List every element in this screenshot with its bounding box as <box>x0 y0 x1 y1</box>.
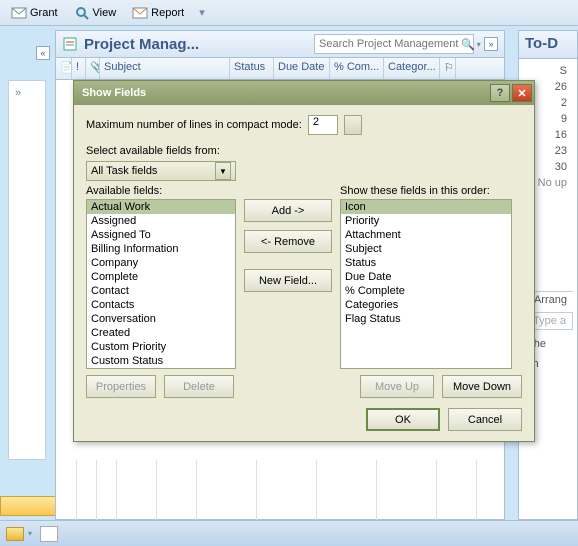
dialog-title-text: Show Fields <box>82 87 488 99</box>
shown-item[interactable]: Priority <box>341 214 511 228</box>
available-item[interactable]: Company <box>87 256 235 270</box>
shown-listbox[interactable]: IconPriorityAttachmentSubjectStatusDue D… <box>340 199 512 369</box>
ribbon-toolbar: Grant View Report ▾ <box>0 0 578 26</box>
show-fields-dialog: Show Fields ? ✕ Maximum number of lines … <box>73 80 535 442</box>
grant-button[interactable]: Grant <box>4 2 65 24</box>
search-dropdown-icon[interactable]: ▾ <box>477 40 481 49</box>
dialog-titlebar[interactable]: Show Fields ? ✕ <box>74 81 534 105</box>
col-pcom[interactable]: % Com... <box>330 58 384 79</box>
shown-item[interactable]: Subject <box>341 242 511 256</box>
fields-columns: Available fields: Actual WorkAssignedAss… <box>86 185 522 369</box>
shown-item[interactable]: Flag Status <box>341 312 511 326</box>
available-column: Available fields: Actual WorkAssignedAss… <box>86 185 236 369</box>
dialog-body: Maximum number of lines in compact mode:… <box>74 105 534 441</box>
todo-title: To-D <box>519 31 577 59</box>
available-label: Available fields: <box>86 185 236 197</box>
available-item[interactable]: Date Completed <box>87 368 235 369</box>
col-attach[interactable]: 📎 <box>86 58 100 79</box>
available-item[interactable]: Conversation <box>87 312 235 326</box>
dropdown-icon[interactable]: ▾ <box>199 6 205 19</box>
available-item[interactable]: Custom Priority <box>87 340 235 354</box>
col-status[interactable]: Status <box>230 58 274 79</box>
collapse-pane-button[interactable]: » <box>484 37 498 51</box>
close-button[interactable]: ✕ <box>512 84 532 102</box>
col-priority[interactable]: ! <box>72 58 86 79</box>
col-subject[interactable]: Subject <box>100 58 230 79</box>
remove-button[interactable]: <- Remove <box>244 230 332 253</box>
available-item[interactable]: Created <box>87 326 235 340</box>
shown-label: Show these fields in this order: <box>340 185 512 197</box>
new-field-button[interactable]: New Field... <box>244 269 332 292</box>
add-button[interactable]: Add -> <box>244 199 332 222</box>
middle-buttons: Add -> <- Remove New Field... <box>244 185 332 369</box>
pane-title: Project Manag... <box>84 36 308 53</box>
project-icon <box>62 36 78 52</box>
shown-item[interactable]: Categories <box>341 298 511 312</box>
properties-button[interactable]: Properties <box>86 375 156 398</box>
col-flag[interactable]: ⚐ <box>440 58 456 79</box>
select-from-label: Select available fields from: <box>86 145 522 157</box>
folder-icon[interactable] <box>6 527 24 541</box>
search-box[interactable]: 🔍 ▾ <box>314 34 474 54</box>
view-normal-icon[interactable] <box>40 526 58 542</box>
cancel-button[interactable]: Cancel <box>448 408 522 431</box>
available-item[interactable]: Assigned To <box>87 228 235 242</box>
status-bar: ▾ <box>0 520 578 546</box>
search-icon[interactable]: 🔍 <box>461 38 475 51</box>
grant-icon <box>11 5 27 21</box>
report-icon <box>132 5 148 21</box>
bottom-row-1: Properties Delete Move Up Move Down <box>86 375 522 398</box>
bottom-row-2: OK Cancel <box>86 408 522 431</box>
expand-icon[interactable]: » <box>9 81 45 105</box>
movedown-button[interactable]: Move Down <box>442 375 522 398</box>
select-from-combo[interactable]: All Task fields ▼ <box>86 161 236 181</box>
maxlines-input[interactable]: 2 <box>308 115 338 135</box>
nav-pane-collapsed: » <box>8 80 46 460</box>
available-item[interactable]: Actual Work <box>87 200 235 214</box>
col-cat[interactable]: Categor... <box>384 58 440 79</box>
cal-day-s[interactable]: S <box>523 63 573 79</box>
available-item[interactable]: Assigned <box>87 214 235 228</box>
available-item[interactable]: Billing Information <box>87 242 235 256</box>
shown-item[interactable]: Icon <box>341 200 511 214</box>
delete-button[interactable]: Delete <box>164 375 234 398</box>
maxlines-row: Maximum number of lines in compact mode:… <box>86 115 522 135</box>
help-button[interactable]: ? <box>490 84 510 102</box>
view-label: View <box>93 7 117 19</box>
pane-header: Project Manag... 🔍 ▾ » <box>55 30 505 58</box>
shown-column: Show these fields in this order: IconPri… <box>340 185 512 369</box>
select-from-value: All Task fields <box>91 165 215 177</box>
taskbar-active-item[interactable] <box>0 496 56 516</box>
view-icon <box>74 5 90 21</box>
shown-item[interactable]: % Complete <box>341 284 511 298</box>
available-item[interactable]: Custom Status <box>87 354 235 368</box>
col-icon[interactable]: 📄 <box>56 58 72 79</box>
available-item[interactable]: Contacts <box>87 298 235 312</box>
col-due[interactable]: Due Date <box>274 58 330 79</box>
maxlines-spinner[interactable] <box>344 115 362 135</box>
folder-dropdown-icon[interactable]: ▾ <box>28 529 32 538</box>
report-label: Report <box>151 7 184 19</box>
maxlines-label: Maximum number of lines in compact mode: <box>86 119 302 131</box>
report-button[interactable]: Report <box>125 2 191 24</box>
available-listbox[interactable]: Actual WorkAssignedAssigned ToBilling In… <box>86 199 236 369</box>
view-button[interactable]: View <box>67 2 124 24</box>
column-header-row: 📄 ! 📎 Subject Status Due Date % Com... C… <box>55 58 505 80</box>
shown-item[interactable]: Due Date <box>341 270 511 284</box>
available-item[interactable]: Contact <box>87 284 235 298</box>
grant-label: Grant <box>30 7 58 19</box>
shown-item[interactable]: Status <box>341 256 511 270</box>
available-item[interactable]: Complete <box>87 270 235 284</box>
collapse-nav-button[interactable]: « <box>36 46 50 60</box>
moveup-button[interactable]: Move Up <box>360 375 434 398</box>
ok-button[interactable]: OK <box>366 408 440 431</box>
shown-item[interactable]: Attachment <box>341 228 511 242</box>
search-input[interactable] <box>319 38 461 50</box>
chevron-down-icon: ▼ <box>215 162 231 180</box>
